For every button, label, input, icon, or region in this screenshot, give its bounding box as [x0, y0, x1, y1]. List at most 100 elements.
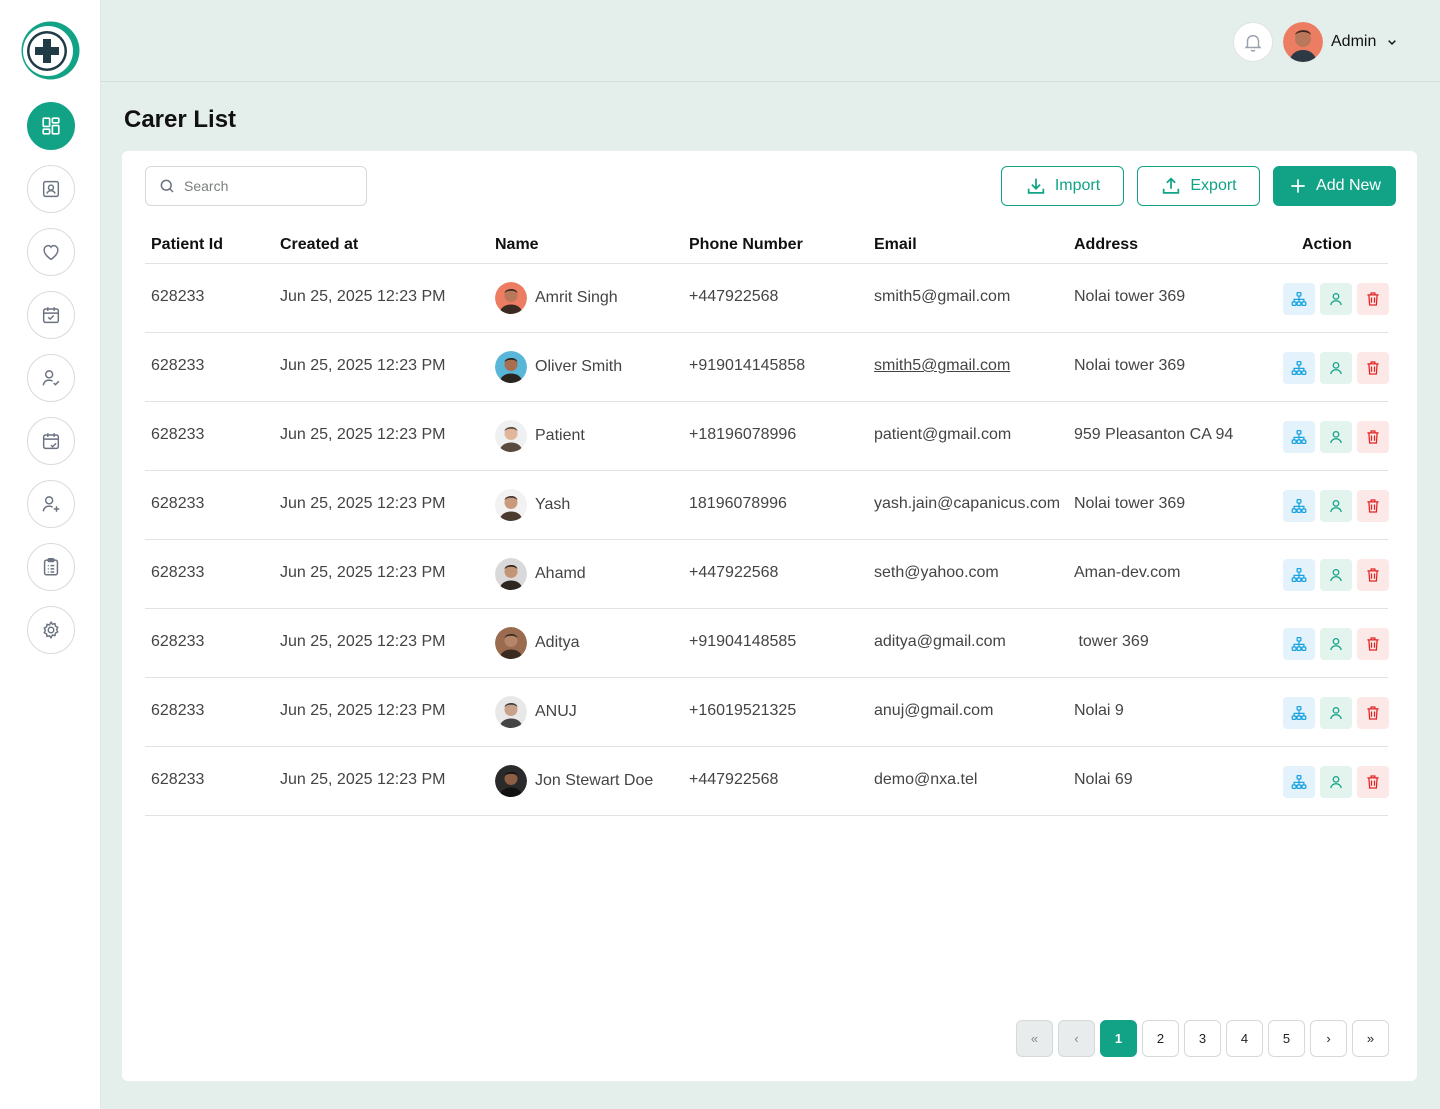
cell-name-text[interactable]: Yash [535, 496, 570, 514]
notifications-button[interactable] [1233, 22, 1273, 62]
table-row: 628233 Jun 25, 2025 12:23 PM Jon Stewart… [145, 747, 1389, 816]
view-profile-button[interactable] [1320, 697, 1352, 729]
nav-carers[interactable] [27, 354, 75, 402]
app-logo[interactable] [20, 20, 81, 81]
add-new-button[interactable]: Add New [1273, 166, 1396, 206]
assign-button[interactable] [1283, 421, 1315, 453]
nav-add-user[interactable] [27, 480, 75, 528]
last-page-button[interactable]: » [1352, 1020, 1389, 1057]
nav-reports[interactable] [27, 543, 75, 591]
cell-name-text[interactable]: Patient [535, 427, 585, 445]
page-4-button[interactable]: 4 [1226, 1020, 1263, 1057]
delete-button[interactable] [1357, 352, 1389, 384]
column-patient-id[interactable]: Patient Id [151, 236, 223, 254]
cell-name-text[interactable]: ANUJ [535, 703, 577, 721]
delete-button[interactable] [1357, 628, 1389, 660]
cell-patient-id: 628233 [151, 357, 205, 374]
delete-button[interactable] [1357, 559, 1389, 591]
cell-address: Nolai tower 369 [1074, 357, 1186, 374]
assign-button[interactable] [1283, 766, 1315, 798]
first-page-button[interactable]: « [1016, 1020, 1053, 1057]
page-3-button[interactable]: 3 [1184, 1020, 1221, 1057]
hierarchy-icon [1291, 567, 1307, 583]
cell-name-text[interactable]: Amrit Singh [535, 289, 618, 307]
cell-patient-id: 628233 [151, 633, 205, 650]
page-2-button[interactable]: 2 [1142, 1020, 1179, 1057]
delete-button[interactable] [1357, 490, 1389, 522]
export-button[interactable]: Export [1137, 166, 1260, 206]
row-actions [1283, 352, 1389, 384]
delete-button[interactable] [1357, 421, 1389, 453]
column-phone-number[interactable]: Phone Number [689, 236, 803, 254]
next-page-button[interactable]: › [1310, 1020, 1347, 1057]
nav-schedule[interactable] [27, 417, 75, 465]
hierarchy-icon [1291, 705, 1307, 721]
nav-appointments[interactable] [27, 291, 75, 339]
column-email[interactable]: Email [874, 236, 917, 254]
search-icon [160, 179, 174, 193]
prev-page-button[interactable]: ‹ [1058, 1020, 1095, 1057]
view-profile-button[interactable] [1320, 766, 1352, 798]
user-icon [1330, 637, 1342, 651]
view-profile-button[interactable] [1320, 559, 1352, 591]
cell-name: Amrit Singh [495, 282, 618, 314]
avatar [1283, 22, 1323, 62]
hierarchy-icon [1291, 636, 1307, 652]
cell-name-text[interactable]: Ahamd [535, 565, 586, 583]
assign-button[interactable] [1283, 490, 1315, 522]
import-label: Import [1054, 177, 1101, 194]
nav-dashboard[interactable] [27, 102, 75, 150]
delete-button[interactable] [1357, 766, 1389, 798]
delete-button[interactable] [1357, 283, 1389, 315]
cell-name-text[interactable]: Jon Stewart Doe [535, 772, 653, 790]
assign-button[interactable] [1283, 283, 1315, 315]
assign-button[interactable] [1283, 352, 1315, 384]
assign-button[interactable] [1283, 697, 1315, 729]
import-button[interactable]: Import [1001, 166, 1124, 206]
cell-email[interactable]: smith5@gmail.com [874, 357, 1010, 375]
view-profile-button[interactable] [1320, 283, 1352, 315]
avatar [495, 282, 527, 314]
add-new-label: Add New [1316, 177, 1381, 194]
assign-button[interactable] [1283, 559, 1315, 591]
table-header: Patient Id Created at Name Phone Number … [145, 231, 1388, 264]
delete-button[interactable] [1357, 697, 1389, 729]
user-icon [1330, 361, 1342, 375]
cell-name: Ahamd [495, 558, 586, 590]
view-profile-button[interactable] [1320, 490, 1352, 522]
cell-phone: +91904148585 [689, 633, 797, 650]
cell-name: Jon Stewart Doe [495, 765, 653, 797]
cell-name: Aditya [495, 627, 579, 659]
assign-button[interactable] [1283, 628, 1315, 660]
nav-profiles[interactable] [27, 165, 75, 213]
column-address[interactable]: Address [1074, 236, 1138, 254]
column-created-at[interactable]: Created at [280, 236, 358, 254]
page-1-button[interactable]: 1 [1100, 1020, 1137, 1057]
column-name[interactable]: Name [495, 236, 539, 254]
cell-created-at: Jun 25, 2025 12:23 PM [280, 426, 446, 443]
nav-favorites[interactable] [27, 228, 75, 276]
table-row: 628233 Jun 25, 2025 12:23 PM Aditya +919… [145, 609, 1389, 678]
calendar-check-icon [42, 307, 60, 324]
cell-address: tower 369 [1074, 633, 1149, 650]
page-5-button[interactable]: 5 [1268, 1020, 1305, 1057]
cell-name-text[interactable]: Aditya [535, 634, 579, 652]
user-name: Admin [1331, 33, 1377, 50]
carer-list-card: Import Export Add New Patient Id Created… [122, 151, 1417, 1081]
table-row: 628233 Jun 25, 2025 12:23 PM ANUJ +16019… [145, 678, 1389, 747]
nav-settings[interactable] [27, 606, 75, 654]
cell-name-text[interactable]: Oliver Smith [535, 358, 622, 376]
cell-address: Nolai 9 [1074, 702, 1124, 719]
view-profile-button[interactable] [1320, 628, 1352, 660]
cell-patient-id: 628233 [151, 564, 205, 581]
cell-address: Nolai tower 369 [1074, 288, 1186, 305]
table-row: 628233 Jun 25, 2025 12:23 PM Patient +18… [145, 402, 1389, 471]
row-actions [1283, 697, 1389, 729]
search-input[interactable] [184, 178, 354, 194]
user-menu[interactable]: Admin [1283, 22, 1400, 62]
view-profile-button[interactable] [1320, 421, 1352, 453]
search-box[interactable] [145, 166, 367, 206]
cell-phone: +447922568 [689, 771, 779, 788]
view-profile-button[interactable] [1320, 352, 1352, 384]
cell-phone: +447922568 [689, 564, 779, 581]
